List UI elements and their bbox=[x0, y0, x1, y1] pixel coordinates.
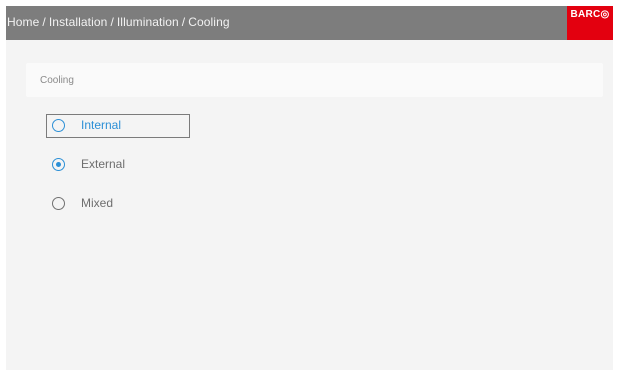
barco-logo-text: BARC◎ bbox=[570, 9, 610, 20]
cooling-radio-group: Internal External Mixed bbox=[46, 114, 246, 234]
cooling-option-external[interactable]: External bbox=[46, 153, 190, 177]
breadcrumb-illumination[interactable]: Illumination bbox=[117, 15, 179, 29]
cooling-section-header: Cooling bbox=[26, 63, 603, 97]
breadcrumb-separator: / bbox=[181, 15, 186, 29]
radio-unchecked-icon[interactable] bbox=[52, 197, 65, 210]
breadcrumb-separator: / bbox=[42, 15, 46, 29]
breadcrumb-separator: / bbox=[110, 15, 114, 29]
app-frame: Home / Installation / Illumination / Cooling B… bbox=[6, 6, 613, 370]
barco-logo: BARC◎ bbox=[567, 6, 613, 40]
cooling-option-mixed[interactable]: Mixed bbox=[46, 192, 190, 216]
radio-unchecked-icon[interactable] bbox=[52, 119, 65, 132]
breadcrumb: Home / Installation / Illumination / Cooling bbox=[7, 15, 230, 29]
radio-checked-icon[interactable] bbox=[52, 158, 65, 171]
option-label: Mixed bbox=[81, 196, 114, 210]
breadcrumb-installation[interactable]: Installation bbox=[49, 15, 108, 29]
breadcrumb-home[interactable]: Home bbox=[7, 15, 39, 29]
option-label: Internal bbox=[81, 118, 122, 132]
cooling-option-internal[interactable]: Internal bbox=[46, 114, 190, 138]
breadcrumb-cooling: Cooling bbox=[188, 15, 230, 29]
header-bar: Home / Installation / Illumination / Cooling B… bbox=[6, 6, 613, 40]
section-title: Cooling bbox=[40, 75, 74, 86]
option-label: External bbox=[81, 157, 126, 171]
